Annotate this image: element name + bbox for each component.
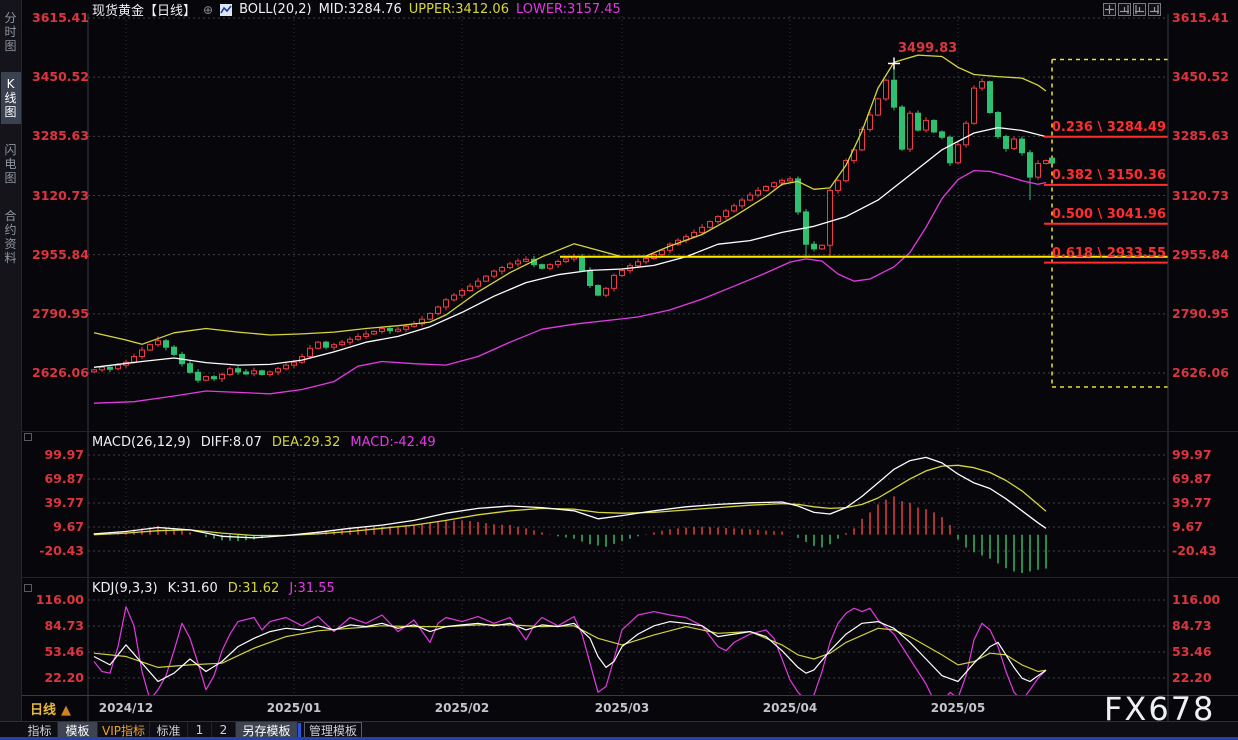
crosshair-icon[interactable] [1103,3,1116,16]
kdj-panel [93,606,1047,695]
chart-canvas[interactable] [0,0,1238,740]
bottom-tab-管理模板[interactable]: 管理模板 [304,722,362,738]
period-arrow-icon: ▲ [61,703,72,718]
scale-expand-icon[interactable] [1148,3,1161,16]
x-axis-date-label[interactable]: 2025/01 [267,701,321,715]
x-axis-date-label[interactable]: 2025/03 [595,701,649,715]
bottom-tab-标准[interactable]: 标准 [150,722,188,738]
indicator-icon[interactable] [220,3,233,16]
bottom-tab-2[interactable]: 2 [212,722,236,738]
candles [91,59,1049,383]
trading-app: 分时图 K线图 闪电图 合约资料 现货黄金【日线】 ⊕ BOLL(20,2) MID:… [0,0,1238,740]
pin-icon[interactable]: ⊕ [203,3,213,17]
fibonacci-retracement [1044,58,1168,388]
scale-right-icon[interactable] [1133,3,1146,16]
bottom-tab-模板[interactable]: 模板 [58,722,98,738]
peak-marker [888,57,900,70]
bottom-tab-1[interactable]: 1 [188,722,212,738]
panel-borders [22,14,1238,721]
scale-left-icon[interactable] [1118,3,1131,16]
bottom-tab-指标[interactable]: 指标 [22,722,58,738]
bottom-toolbar: 指标 模板 VIP指标 标准 1 2 另存模板 管理模板 [0,721,1238,738]
x-axis-date-label[interactable]: 2025/04 [763,701,817,715]
period-selector[interactable]: 日线 ▲ [30,699,71,718]
current-price-marker [1049,157,1055,164]
toolbar-blue-marker [298,723,301,737]
period-label: 日线 [30,703,57,718]
gridlines [88,16,1168,694]
macd-panel [93,456,1047,573]
bottom-tab-另存模板[interactable]: 另存模板 [236,722,298,738]
x-axis-date-label[interactable]: 2025/05 [931,701,985,715]
x-axis-date-label[interactable]: 2024/12 [99,701,153,715]
bottom-tab-VIP指标[interactable]: VIP指标 [98,722,150,738]
x-axis-date-label[interactable]: 2025/02 [435,701,489,715]
